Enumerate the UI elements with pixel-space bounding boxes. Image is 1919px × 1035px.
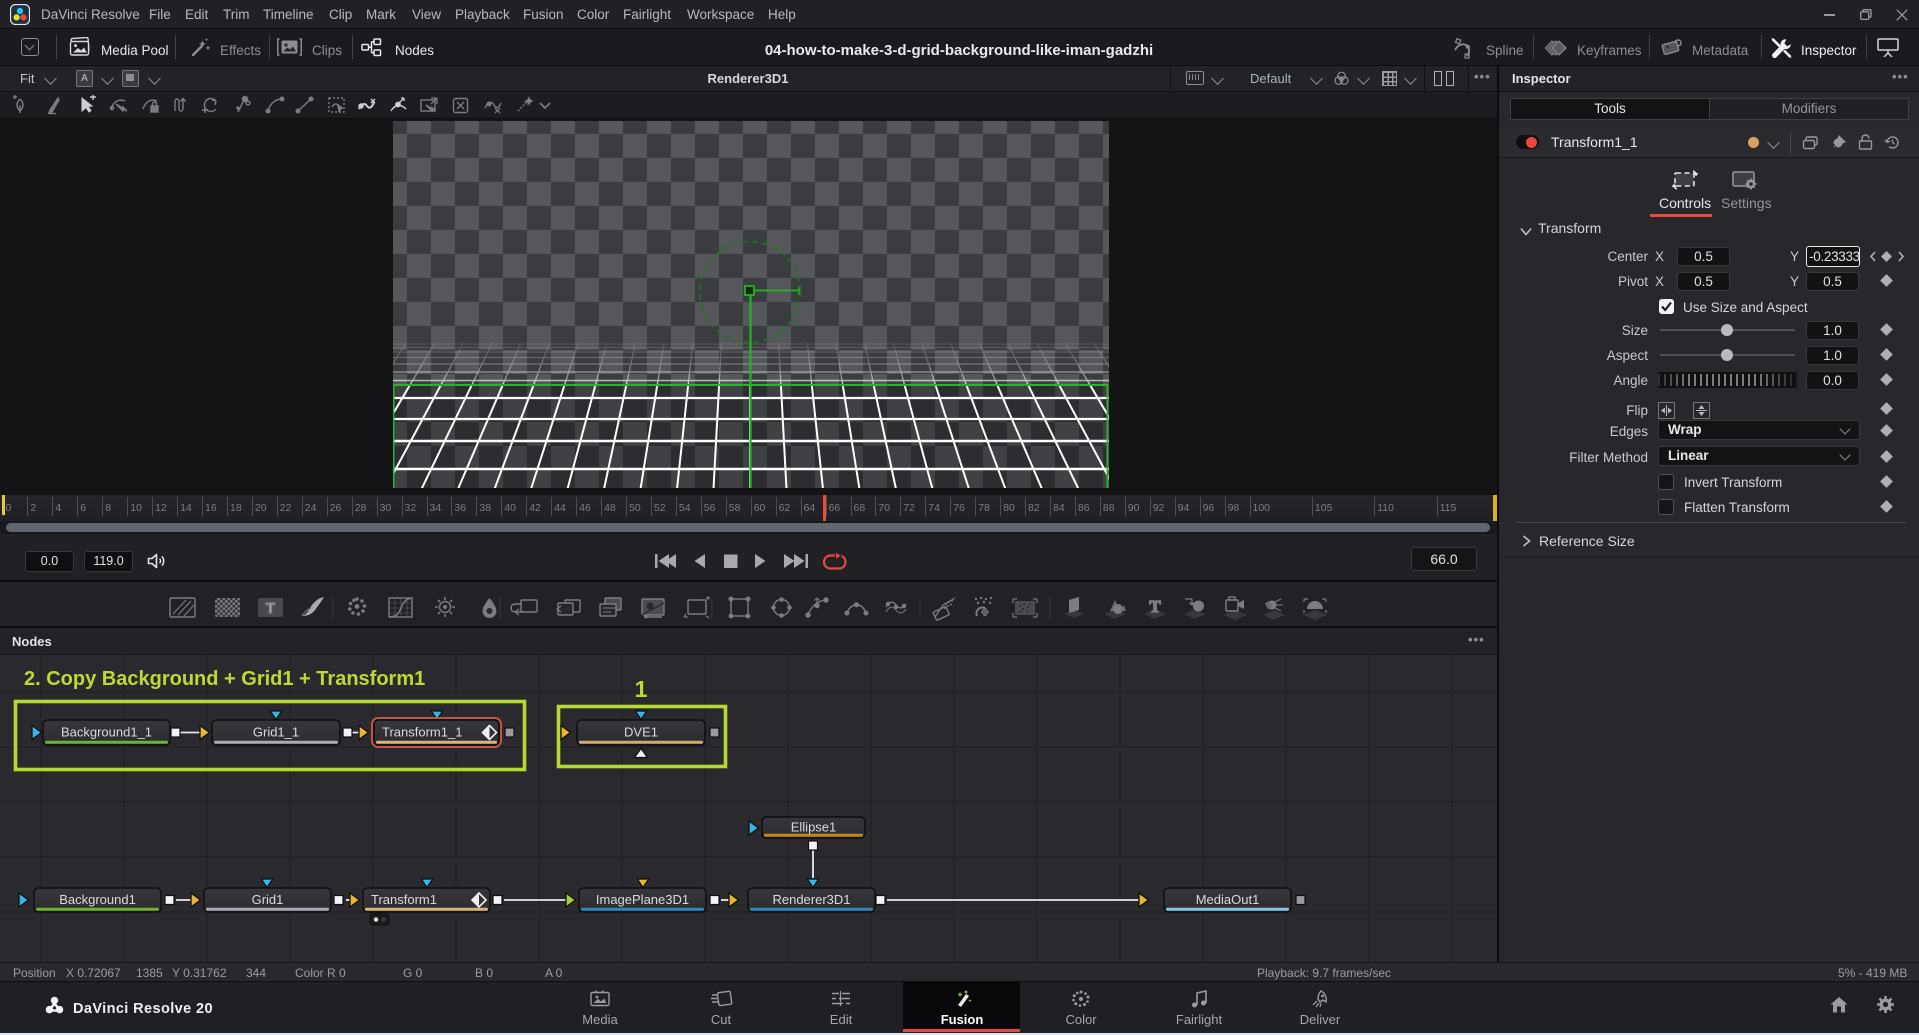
- svg-text:Transform1_1: Transform1_1: [382, 725, 462, 740]
- svg-text:Ellipse1: Ellipse1: [791, 820, 837, 835]
- svg-text:DVE1: DVE1: [624, 725, 658, 740]
- svg-text:Background1_1: Background1_1: [61, 725, 152, 740]
- svg-text:ImagePlane3D1: ImagePlane3D1: [596, 892, 689, 907]
- svg-text:Renderer3D1: Renderer3D1: [772, 892, 850, 907]
- svg-text:Background1: Background1: [59, 892, 136, 907]
- svg-text:T: T: [266, 600, 275, 617]
- svg-text:MediaOut1: MediaOut1: [1196, 892, 1260, 907]
- svg-text:2. Copy Background + Grid1 + T: 2. Copy Background + Grid1 + Transform1: [24, 668, 425, 690]
- svg-text:Transform1: Transform1: [371, 892, 437, 907]
- svg-text:1: 1: [635, 676, 648, 702]
- svg-text:T: T: [1149, 597, 1161, 616]
- svg-text:Grid1: Grid1: [252, 892, 284, 907]
- svg-text:Grid1_1: Grid1_1: [253, 725, 299, 740]
